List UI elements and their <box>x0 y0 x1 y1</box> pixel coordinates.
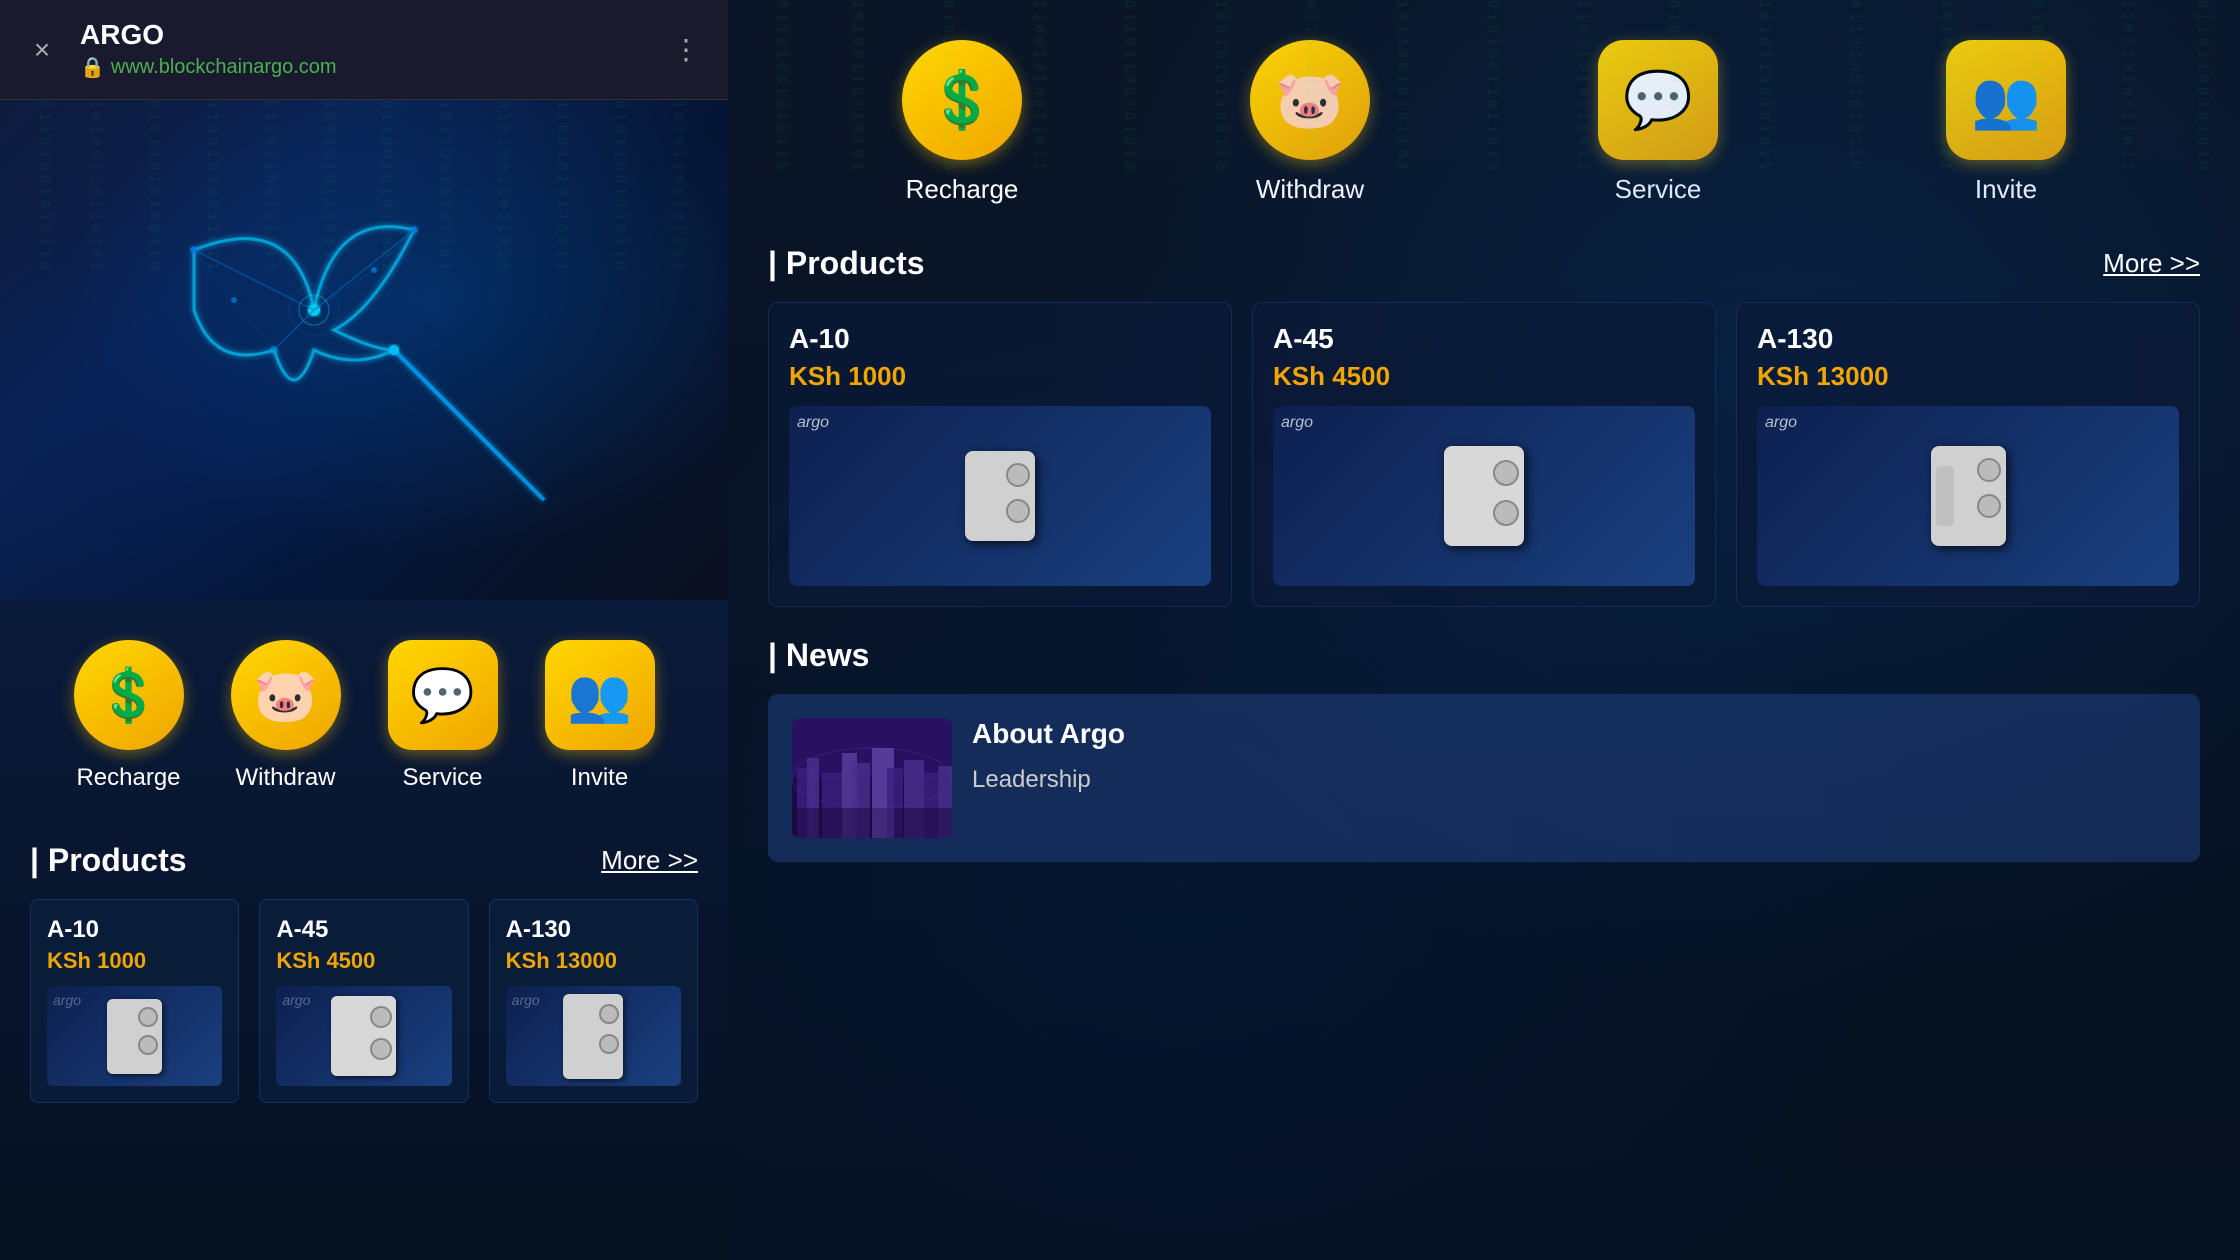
argo-watermark-a130: argo <box>1765 414 1797 432</box>
right-products-row: A-10 KSh 1000 argo A-45 KSh 4500 argo <box>768 302 2200 607</box>
right-product-a10-name: A-10 <box>789 323 1211 355</box>
right-product-a45-price: KSh 4500 <box>1273 361 1695 392</box>
url-row: 🔒 www.blockchainargo.com <box>80 55 648 80</box>
browser-url: www.blockchainargo.com <box>111 56 337 79</box>
withdraw-button[interactable]: 🐷 Withdraw <box>231 640 341 792</box>
right-product-a45-image: argo <box>1273 406 1695 586</box>
right-products-title: Products <box>768 245 925 282</box>
argo-watermark-a45: argo <box>1281 414 1313 432</box>
product-a45-name: A-45 <box>276 916 451 944</box>
product-a45-price: KSh 4500 <box>276 948 451 974</box>
right-product-a45[interactable]: A-45 KSh 4500 argo <box>1252 302 1716 607</box>
invite-label: Invite <box>571 764 628 792</box>
right-product-a130[interactable]: A-130 KSh 13000 argo <box>1736 302 2200 607</box>
left-product-a10[interactable]: A-10 KSh 1000 argo <box>30 899 239 1103</box>
browser-info: ARGO 🔒 www.blockchainargo.com <box>80 19 648 80</box>
right-product-a10-image: argo <box>789 406 1211 586</box>
service-button[interactable]: 💬 Service <box>388 640 498 792</box>
left-product-a130[interactable]: A-130 KSh 13000 argo <box>489 899 698 1103</box>
news-card-about-argo[interactable]: About Argo Leadership <box>768 694 2200 862</box>
right-action-buttons: 💲 Recharge 🐷 Withdraw 💬 Service 👥 Invite <box>768 30 2200 215</box>
right-recharge-label: Recharge <box>906 174 1019 205</box>
product-a45-image: argo <box>276 986 451 1086</box>
product-a10-image: argo <box>47 986 222 1086</box>
right-invite-button[interactable]: 👥 Invite <box>1946 40 2066 205</box>
withdraw-icon: 🐷 <box>231 640 341 750</box>
pickaxe-illustration <box>114 150 614 550</box>
left-more-link[interactable]: More >> <box>601 845 698 876</box>
browser-bar: × ARGO 🔒 www.blockchainargo.com ⋮ <box>0 0 728 100</box>
news-about-title: About Argo <box>972 718 2176 750</box>
right-service-button[interactable]: 💬 Service <box>1598 40 1718 205</box>
right-news-header: News <box>768 637 2200 674</box>
recharge-icon: 💲 <box>74 640 184 750</box>
withdraw-label: Withdraw <box>235 764 335 792</box>
right-recharge-button[interactable]: 💲 Recharge <box>902 40 1022 205</box>
right-product-a130-image: argo <box>1757 406 2179 586</box>
menu-button[interactable]: ⋮ <box>664 25 708 74</box>
news-leadership-subtitle: Leadership <box>972 766 2176 794</box>
lock-icon: 🔒 <box>80 55 105 80</box>
invite-icon: 👥 <box>545 640 655 750</box>
close-button[interactable]: × <box>20 28 64 72</box>
recharge-button[interactable]: 💲 Recharge <box>74 640 184 792</box>
left-content-area: 💲 Recharge 🐷 Withdraw 💬 Service 👥 Invite… <box>0 600 728 1260</box>
product-a130-image: argo <box>506 986 681 1086</box>
right-news-section: News <box>768 637 2200 862</box>
left-product-a45[interactable]: A-45 KSh 4500 argo <box>259 899 468 1103</box>
product-a10-price: KSh 1000 <box>47 948 222 974</box>
right-products-section: Products More >> A-10 KSh 1000 argo A-45… <box>768 245 2200 607</box>
left-action-buttons: 💲 Recharge 🐷 Withdraw 💬 Service 👥 Invite <box>30 640 698 792</box>
right-products-header: Products More >> <box>768 245 2200 282</box>
right-product-a130-name: A-130 <box>1757 323 2179 355</box>
product-a130-name: A-130 <box>506 916 681 944</box>
right-invite-label: Invite <box>1975 174 2037 205</box>
browser-title: ARGO <box>80 19 648 51</box>
recharge-label: Recharge <box>76 764 180 792</box>
right-service-label: Service <box>1615 174 1702 205</box>
service-label: Service <box>402 764 482 792</box>
right-withdraw-button[interactable]: 🐷 Withdraw <box>1250 40 1370 205</box>
right-recharge-icon: 💲 <box>902 40 1022 160</box>
left-products-title: Products <box>30 842 187 879</box>
right-invite-icon: 👥 <box>1946 40 2066 160</box>
news-city-image <box>792 718 952 838</box>
right-product-a130-price: KSh 13000 <box>1757 361 2179 392</box>
product-a130-price: KSh 13000 <box>506 948 681 974</box>
news-content: About Argo Leadership <box>972 718 2176 794</box>
right-product-a10[interactable]: A-10 KSh 1000 argo <box>768 302 1232 607</box>
left-panel: × ARGO 🔒 www.blockchainargo.com ⋮ 011010… <box>0 0 728 1260</box>
right-news-title: News <box>768 637 869 674</box>
left-products-header: Products More >> <box>30 842 698 879</box>
right-more-link[interactable]: More >> <box>2103 248 2200 279</box>
left-products-row: A-10 KSh 1000 argo A-45 KSh 4500 argo <box>30 899 698 1103</box>
right-product-a45-name: A-45 <box>1273 323 1695 355</box>
service-icon: 💬 <box>388 640 498 750</box>
product-a10-name: A-10 <box>47 916 222 944</box>
right-product-a10-price: KSh 1000 <box>789 361 1211 392</box>
hero-banner: 01101001010110 10100110110101 0101101010… <box>0 100 728 600</box>
news-thumbnail <box>792 718 952 838</box>
right-withdraw-label: Withdraw <box>1256 174 1364 205</box>
argo-watermark-a10: argo <box>797 414 829 432</box>
invite-button[interactable]: 👥 Invite <box>545 640 655 792</box>
right-service-icon: 💬 <box>1598 40 1718 160</box>
right-panel: 01101001010110 10100110110101 0101101010… <box>728 0 2240 1260</box>
right-withdraw-icon: 🐷 <box>1250 40 1370 160</box>
